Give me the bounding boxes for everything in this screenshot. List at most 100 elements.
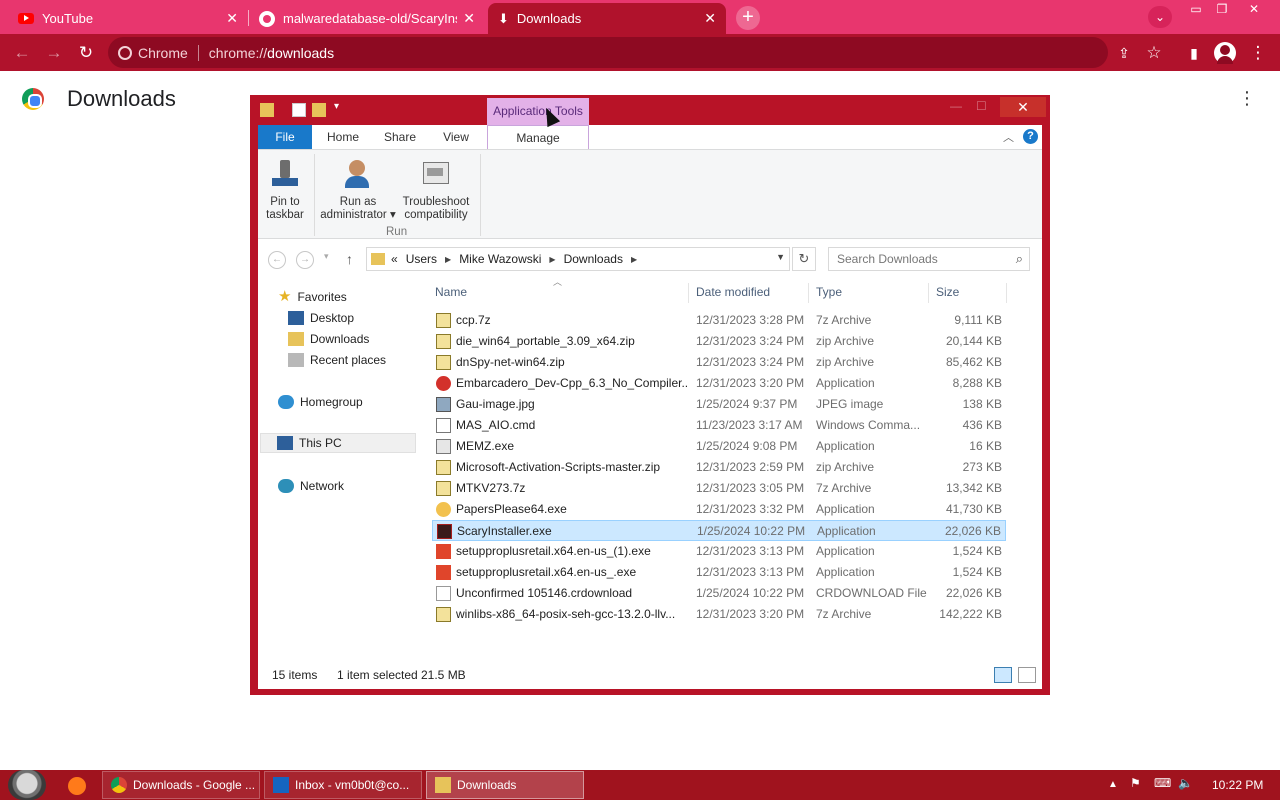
show-hidden-icons-icon[interactable]: ▲ bbox=[1108, 779, 1118, 790]
forward-button[interactable]: → bbox=[42, 41, 66, 65]
file-row[interactable]: MAS_AIO.cmd 11/23/2023 3:17 AM Windows C… bbox=[432, 415, 1006, 436]
reload-button[interactable]: ↻ bbox=[74, 41, 98, 65]
column-divider[interactable] bbox=[1006, 283, 1007, 303]
run-as-administrator-button[interactable]: Run as administrator ▾ bbox=[318, 158, 398, 222]
file-row[interactable]: Microsoft-Activation-Scripts-master.zip … bbox=[432, 457, 1006, 478]
action-center-icon[interactable]: ⚑ bbox=[1130, 776, 1141, 790]
address-bar[interactable]: Chrome chrome://downloads bbox=[108, 37, 1108, 68]
file-row[interactable]: winlibs-x86_64-posix-seh-gcc-13.2.0-llv.… bbox=[432, 604, 1006, 625]
taskbar-item-outlook[interactable]: Inbox - vm0b0t@co... bbox=[264, 771, 422, 799]
new-folder-icon[interactable] bbox=[312, 103, 326, 117]
column-divider[interactable] bbox=[928, 283, 929, 303]
file-row[interactable]: MEMZ.exe 1/25/2024 9:08 PM Application 1… bbox=[432, 436, 1006, 457]
ribbon-divider bbox=[314, 154, 315, 236]
chevron-right-icon[interactable]: ▶ bbox=[549, 255, 555, 264]
maximize-button[interactable]: ☐ bbox=[976, 99, 994, 113]
volume-icon[interactable]: 🔈 bbox=[1178, 776, 1193, 790]
chevron-right-icon[interactable]: ▶ bbox=[445, 255, 451, 264]
collapse-ribbon-icon[interactable]: ︿ bbox=[1003, 129, 1014, 145]
file-row[interactable]: dnSpy-net-win64.zip 12/31/2023 3:24 PM z… bbox=[432, 352, 1006, 373]
file-row[interactable]: Embarcadero_Dev-Cpp_6.3_No_Compiler... 1… bbox=[432, 373, 1006, 394]
refresh-button[interactable]: ↻ bbox=[792, 247, 816, 271]
side-panel-icon[interactable]: ▮ bbox=[1182, 41, 1206, 65]
file-row[interactable]: Unconfirmed 105146.crdownload 1/25/2024 … bbox=[432, 583, 1006, 604]
new-tab-button[interactable]: + bbox=[736, 6, 760, 30]
tab-manage[interactable]: Manage bbox=[487, 125, 589, 150]
address-bar[interactable]: « Users ▶ Mike Wazowski ▶ Downloads ▶ ▼ bbox=[366, 247, 790, 271]
details-view-icon[interactable] bbox=[994, 667, 1012, 683]
taskbar-item-chrome[interactable]: Downloads - Google ... bbox=[102, 771, 260, 799]
tree-this-pc[interactable]: This PC bbox=[260, 433, 416, 453]
tree-desktop[interactable]: Desktop bbox=[288, 308, 354, 328]
up-button[interactable]: ↑ bbox=[346, 251, 353, 267]
restore-button[interactable]: ❐ bbox=[1208, 0, 1236, 18]
troubleshoot-compatibility-button[interactable]: Troubleshoot compatibility bbox=[398, 158, 474, 222]
customize-toolbar-icon[interactable]: ▾ bbox=[334, 101, 339, 112]
taskbar-item-explorer[interactable]: Downloads bbox=[426, 771, 584, 799]
file-row[interactable]: die_win64_portable_3.09_x64.zip 12/31/20… bbox=[432, 331, 1006, 352]
file-row[interactable]: ccp.7z 12/31/2023 3:28 PM 7z Archive 9,1… bbox=[432, 310, 1006, 331]
folder-icon bbox=[435, 777, 451, 793]
file-row[interactable]: setupproplusretail.x64.en-us_(1).exe 12/… bbox=[432, 541, 1006, 562]
chevron-down-icon[interactable]: ▼ bbox=[776, 252, 785, 262]
minimize-button[interactable]: — bbox=[950, 99, 968, 113]
recent-locations-icon[interactable]: ▾ bbox=[324, 251, 329, 262]
column-header-name[interactable]: Name bbox=[435, 279, 467, 305]
more-actions-icon[interactable]: ⋮ bbox=[1238, 88, 1256, 109]
network-status-icon[interactable]: ⌨ bbox=[1154, 776, 1171, 790]
properties-icon[interactable] bbox=[292, 103, 306, 117]
firefox-icon[interactable] bbox=[68, 777, 86, 795]
close-icon[interactable]: ✕ bbox=[704, 10, 716, 27]
profile-avatar[interactable] bbox=[1214, 42, 1236, 64]
column-header-date[interactable]: Date modified bbox=[696, 279, 770, 305]
clock[interactable]: 10:22 PM bbox=[1212, 778, 1263, 792]
tree-downloads[interactable]: Downloads bbox=[288, 329, 369, 349]
file-row[interactable]: PapersPlease64.exe 12/31/2023 3:32 PM Ap… bbox=[432, 499, 1006, 520]
tree-network[interactable]: Network bbox=[278, 476, 344, 496]
file-row-selected[interactable]: ScaryInstaller.exe 1/25/2024 10:22 PM Ap… bbox=[432, 520, 1006, 541]
search-input[interactable]: Search Downloads ⌕ bbox=[828, 247, 1030, 271]
desktop-icon bbox=[288, 311, 304, 325]
tab-share[interactable]: Share bbox=[374, 125, 426, 149]
back-button[interactable]: ← bbox=[10, 41, 34, 65]
minimize-button[interactable]: ▭ bbox=[1182, 0, 1210, 18]
tab-downloads[interactable]: ⬇ Downloads ✕ bbox=[488, 3, 726, 34]
file-row[interactable]: setupproplusretail.x64.en-us_.exe 12/31/… bbox=[432, 562, 1006, 583]
tab-file[interactable]: File bbox=[258, 125, 312, 149]
file-row[interactable]: MTKV273.7z 12/31/2023 3:05 PM 7z Archive… bbox=[432, 478, 1006, 499]
tree-recent-places[interactable]: Recent places bbox=[288, 350, 386, 370]
tree-favorites[interactable]: ★ Favorites bbox=[278, 287, 347, 307]
close-icon[interactable]: ✕ bbox=[226, 10, 238, 27]
tab-view[interactable]: View bbox=[432, 125, 480, 149]
breadcrumb-downloads[interactable]: Downloads bbox=[564, 252, 623, 266]
close-window-button[interactable]: ✕ bbox=[1000, 97, 1046, 117]
pin-to-taskbar-button[interactable]: Pin to taskbar bbox=[262, 158, 308, 222]
archive-icon bbox=[436, 313, 451, 328]
large-icons-view-icon[interactable] bbox=[1018, 667, 1036, 683]
tab-youtube[interactable]: YouTube ✕ bbox=[8, 3, 248, 34]
help-icon[interactable]: ? bbox=[1023, 129, 1038, 144]
troubleshoot-icon bbox=[419, 158, 453, 190]
breadcrumb-users[interactable]: Users bbox=[406, 252, 437, 266]
cmd-icon bbox=[436, 418, 451, 433]
close-window-button[interactable]: ✕ bbox=[1240, 0, 1268, 18]
file-row[interactable]: Gau-image.jpg 1/25/2024 9:37 PM JPEG ima… bbox=[432, 394, 1006, 415]
bookmark-star-icon[interactable]: ☆ bbox=[1142, 41, 1166, 65]
close-icon[interactable]: ✕ bbox=[463, 10, 475, 27]
column-divider[interactable] bbox=[808, 283, 809, 303]
start-button[interactable] bbox=[8, 770, 46, 800]
back-button[interactable]: ← bbox=[268, 251, 286, 269]
chevron-right-icon[interactable]: ▶ bbox=[631, 255, 637, 264]
chrome-menu-icon[interactable]: ⋮ bbox=[1246, 41, 1270, 65]
tab-search-button[interactable]: ⌄ bbox=[1148, 6, 1172, 28]
tree-homegroup[interactable]: Homegroup bbox=[278, 392, 363, 412]
tab-home[interactable]: Home bbox=[318, 125, 368, 149]
breadcrumb-overflow[interactable]: « bbox=[391, 252, 398, 266]
tab-github[interactable]: malwaredatabase-old/ScaryInsta ✕ bbox=[249, 3, 485, 34]
column-header-size[interactable]: Size bbox=[936, 279, 959, 305]
column-header-type[interactable]: Type bbox=[816, 279, 842, 305]
breadcrumb-user[interactable]: Mike Wazowski bbox=[459, 252, 541, 266]
column-divider[interactable] bbox=[688, 283, 689, 303]
share-icon[interactable]: ⇪ bbox=[1112, 41, 1136, 65]
forward-button[interactable]: → bbox=[296, 251, 314, 269]
